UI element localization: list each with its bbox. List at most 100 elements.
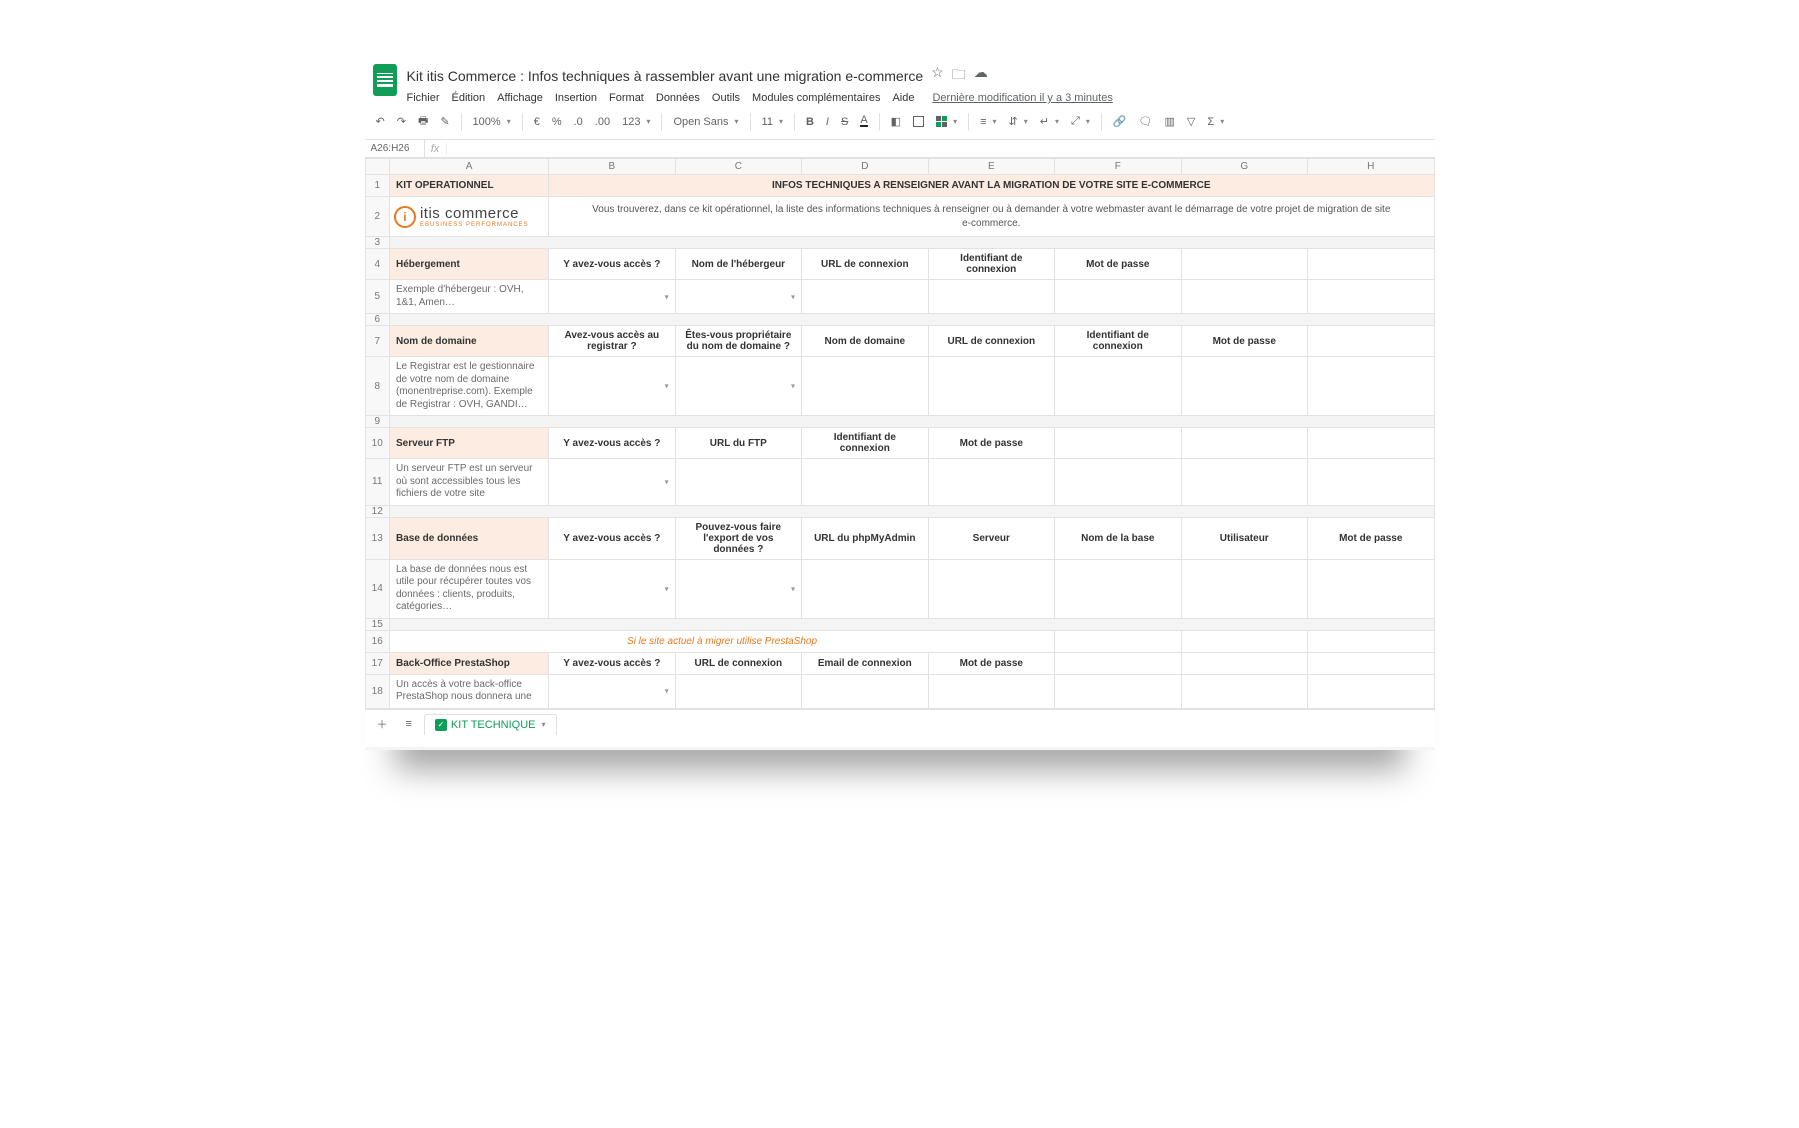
row-header[interactable]: 10 [365, 428, 389, 459]
cell-prestashop-note[interactable]: Si le site actuel à migrer utilise Prest… [389, 630, 1054, 652]
cell-C10[interactable]: URL du FTP [675, 428, 801, 459]
row-header[interactable]: 9 [365, 416, 389, 428]
cell-F4[interactable]: Mot de passe [1055, 249, 1181, 280]
cell-C5-dropdown[interactable] [675, 280, 801, 314]
cell-G11[interactable] [1181, 459, 1307, 506]
menu-insertion[interactable]: Insertion [555, 92, 597, 104]
redo-button[interactable]: ↷ [394, 113, 409, 130]
cell-D14[interactable] [802, 559, 928, 618]
row-header[interactable]: 4 [365, 249, 389, 280]
cell-E13[interactable]: Serveur [928, 517, 1054, 559]
spreadsheet-grid[interactable]: A B C D E F G H 1 KIT OPERATIONNEL INFOS… [365, 158, 1435, 709]
cell-G17[interactable] [1181, 652, 1307, 674]
name-box[interactable]: A26:H26 [365, 140, 425, 157]
more-formats-button[interactable]: 123 [619, 114, 653, 130]
cell-E5[interactable] [928, 280, 1054, 314]
cell-G10[interactable] [1181, 428, 1307, 459]
zoom-select[interactable]: 100% [470, 114, 514, 130]
fill-color-button[interactable]: ◧ [888, 113, 904, 130]
cell-A2-logo[interactable]: i itis commerce EBUSINESS PERFORMANCES [389, 197, 548, 237]
menu-format[interactable]: Format [609, 92, 644, 104]
cell-E18[interactable] [928, 674, 1054, 708]
undo-button[interactable]: ↶ [373, 113, 388, 130]
cell-F16[interactable] [1055, 630, 1181, 652]
cell-row15[interactable] [389, 618, 1434, 630]
cell-F18[interactable] [1055, 674, 1181, 708]
cell-A4[interactable]: Hébergement [389, 249, 548, 280]
col-header-G[interactable]: G [1181, 159, 1307, 175]
cell-H11[interactable] [1308, 459, 1435, 506]
cell-F13[interactable]: Nom de la base [1055, 517, 1181, 559]
row-header[interactable]: 13 [365, 517, 389, 559]
cell-G18[interactable] [1181, 674, 1307, 708]
menu-donnees[interactable]: Données [656, 92, 700, 104]
percent-button[interactable]: % [549, 114, 565, 130]
row-header[interactable]: 12 [365, 505, 389, 517]
functions-button[interactable]: Σ [1204, 114, 1227, 130]
row-header[interactable]: 7 [365, 326, 389, 357]
cell-intro-text[interactable]: Vous trouverez, dans ce kit opérationnel… [549, 197, 1434, 237]
sheets-logo-icon[interactable] [373, 64, 397, 96]
cell-A7[interactable]: Nom de domaine [389, 326, 548, 357]
cell-H5[interactable] [1308, 280, 1435, 314]
col-header-E[interactable]: E [928, 159, 1054, 175]
cell-H8[interactable] [1308, 357, 1435, 416]
cell-E4[interactable]: Identifiant de connexion [928, 249, 1054, 280]
menu-edition[interactable]: Édition [452, 92, 486, 104]
cell-C17[interactable]: URL de connexion [675, 652, 801, 674]
cell-B13[interactable]: Y avez-vous accès ? [549, 517, 675, 559]
star-icon[interactable]: ☆ [931, 64, 944, 88]
cell-row9[interactable] [389, 416, 1434, 428]
cell-H4[interactable] [1308, 249, 1435, 280]
menu-modules[interactable]: Modules complémentaires [752, 92, 880, 104]
cell-A10[interactable]: Serveur FTP [389, 428, 548, 459]
cell-G7[interactable]: Mot de passe [1181, 326, 1307, 357]
row-header[interactable]: 14 [365, 559, 389, 618]
select-all-corner[interactable] [365, 159, 389, 175]
cell-C4[interactable]: Nom de l'hébergeur [675, 249, 801, 280]
strikethrough-button[interactable]: S [838, 114, 851, 130]
text-wrap-button[interactable]: ↵ [1037, 113, 1062, 130]
menu-affichage[interactable]: Affichage [497, 92, 543, 104]
row-header[interactable]: 8 [365, 357, 389, 416]
cell-F5[interactable] [1055, 280, 1181, 314]
col-header-B[interactable]: B [549, 159, 675, 175]
cell-F7[interactable]: Identifiant de connexion [1055, 326, 1181, 357]
cell-B5-dropdown[interactable] [549, 280, 675, 314]
cell-G4[interactable] [1181, 249, 1307, 280]
cell-C8-dropdown[interactable] [675, 357, 801, 416]
cell-A11[interactable]: Un serveur FTP est un serveur où sont ac… [389, 459, 548, 506]
cell-H10[interactable] [1308, 428, 1435, 459]
paint-format-button[interactable]: ✎ [437, 113, 452, 130]
cell-D8[interactable] [802, 357, 928, 416]
row-header[interactable]: 3 [365, 237, 389, 249]
cell-H7[interactable] [1308, 326, 1435, 357]
cell-A1[interactable]: KIT OPERATIONNEL [389, 175, 548, 197]
row-header[interactable]: 6 [365, 314, 389, 326]
insert-link-button[interactable]: 🔗 [1110, 113, 1130, 130]
cell-E17[interactable]: Mot de passe [928, 652, 1054, 674]
cell-row6[interactable] [389, 314, 1434, 326]
cell-C14-dropdown[interactable] [675, 559, 801, 618]
cell-A14[interactable]: La base de données nous est utile pour r… [389, 559, 548, 618]
cell-B14-dropdown[interactable] [549, 559, 675, 618]
cell-D5[interactable] [802, 280, 928, 314]
cell-C7[interactable]: Êtes-vous propriétaire du nom de domaine… [675, 326, 801, 357]
cell-F17[interactable] [1055, 652, 1181, 674]
cell-F10[interactable] [1055, 428, 1181, 459]
col-header-C[interactable]: C [675, 159, 801, 175]
cell-A5[interactable]: Exemple d'hébergeur : OVH, 1&1, Amen… [389, 280, 548, 314]
cell-D11[interactable] [802, 459, 928, 506]
cell-B4[interactable]: Y avez-vous accès ? [549, 249, 675, 280]
row-header[interactable]: 1 [365, 175, 389, 197]
cell-A18[interactable]: Un accès à votre back-office PrestaShop … [389, 674, 548, 708]
row-header[interactable]: 5 [365, 280, 389, 314]
cell-C18[interactable] [675, 674, 801, 708]
cell-H16[interactable] [1308, 630, 1435, 652]
cell-D10[interactable]: Identifiant de connexion [802, 428, 928, 459]
row-header[interactable]: 18 [365, 674, 389, 708]
cell-C13[interactable]: Pouvez-vous faire l'export de vos donnée… [675, 517, 801, 559]
vertical-align-button[interactable]: ⇵ [1006, 113, 1031, 130]
cell-B11-dropdown[interactable] [549, 459, 675, 506]
cell-D18[interactable] [802, 674, 928, 708]
